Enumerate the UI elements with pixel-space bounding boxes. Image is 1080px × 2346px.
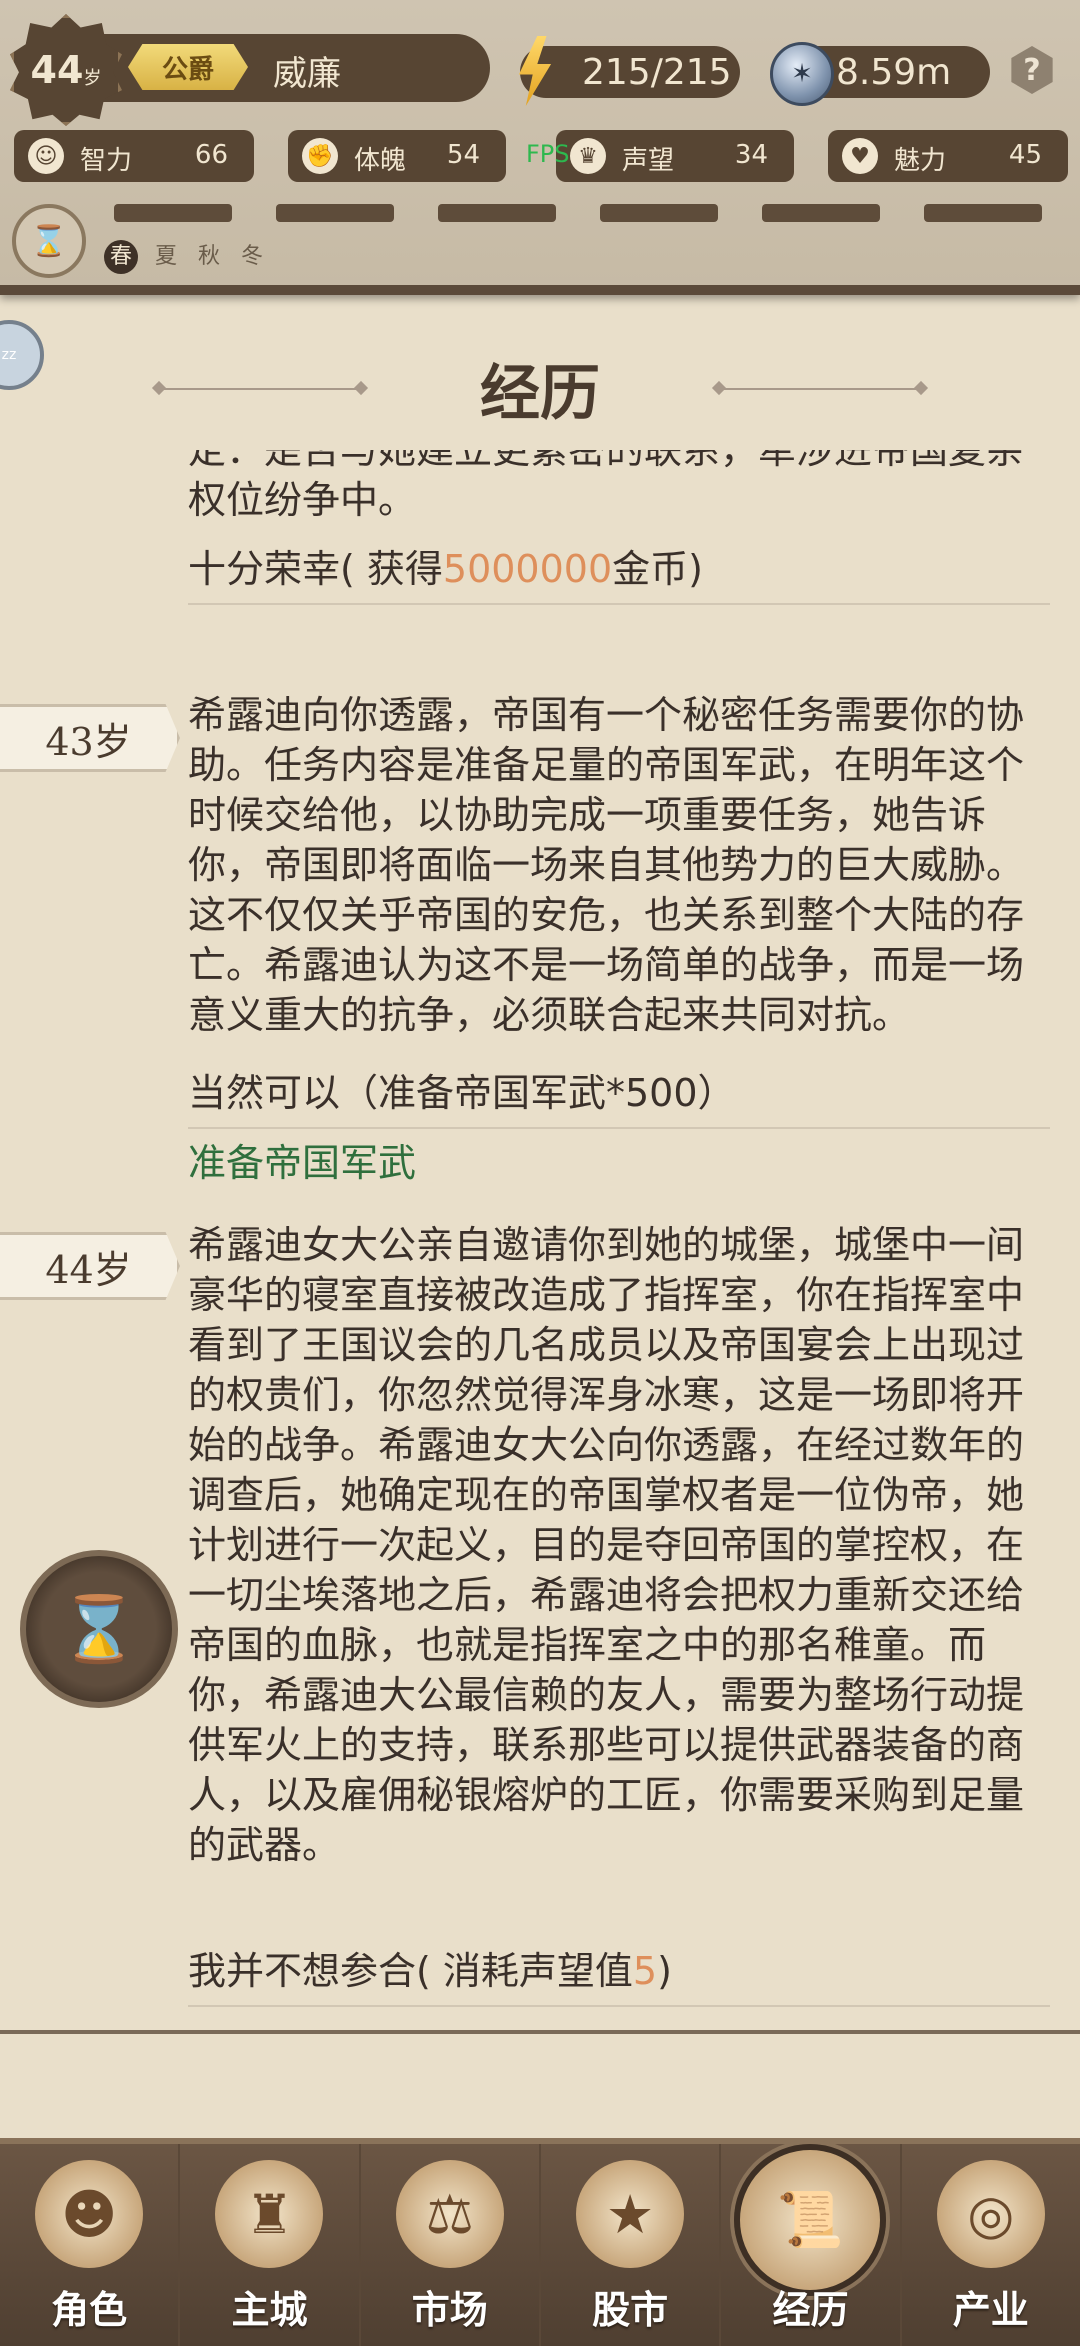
nav-market[interactable]: ⚖ 市场 (361, 2144, 541, 2346)
scales-icon: ⚖ (395, 2160, 504, 2268)
nav-main-city[interactable]: ♜ 主城 (180, 2144, 361, 2346)
season-winter: 冬 (240, 244, 263, 269)
age-unit: 岁 (83, 68, 102, 89)
nav-label: 产业 (952, 2288, 1029, 2332)
entry-choice: 当然可以（准备帝国军武*500） (188, 1062, 1050, 1129)
stat-label: 声望 (622, 146, 675, 176)
muscle-icon: ✊ (302, 138, 338, 174)
title-divider-right (720, 388, 920, 390)
choice-highlight: 5000000 (442, 547, 613, 591)
entry-choice: 我并不想参合( 消耗声望值5) (188, 1940, 1050, 2007)
choice-text: 当然可以（准备帝国军武*500） (188, 1071, 736, 1115)
progress-segment (438, 204, 556, 222)
nav-label: 市场 (411, 2288, 488, 2332)
progress-segment (276, 204, 394, 222)
energy-value: 215/215 (582, 51, 732, 93)
stat-intelligence[interactable]: ☺ 智力 66 (14, 130, 254, 182)
scroll-icon: 📜 (734, 2144, 887, 2296)
stat-value: 66 (194, 140, 228, 170)
nav-label: 角色 (51, 2288, 128, 2332)
nav-label: 经历 (772, 2288, 849, 2332)
stat-label: 体魄 (354, 146, 407, 176)
entry-text: 希露迪向你透露，帝国有一个秘密任务需要你的协助。任务内容是准备足量的帝国军武，在… (188, 693, 1025, 1037)
choice-text: 我并不想参合( 消耗声望值 (188, 1949, 633, 1993)
progress-segment (762, 204, 880, 222)
entry-result: 准备帝国军武 (188, 1141, 417, 1185)
player-name: 威廉 (273, 54, 341, 94)
help-button[interactable]: ? (1011, 46, 1053, 94)
choice-suffix: ) (657, 1949, 672, 1993)
name-panel[interactable]: 公爵 威廉 (78, 34, 490, 102)
age-marker-43: 43岁 (0, 704, 180, 772)
title-badge: 公爵 (128, 44, 248, 90)
stat-physique[interactable]: ✊ 体魄 54 (288, 130, 506, 182)
brain-icon: ☺ (28, 138, 64, 174)
stat-charm[interactable]: ♥ 魅力 45 (828, 130, 1068, 182)
season-summer: 夏 (154, 244, 177, 269)
stat-value: 34 (734, 140, 768, 170)
nav-label: 股市 (592, 2288, 669, 2332)
entry-text: 希露迪女大公亲自邀请你到她的城堡，城堡中一间豪华的寝室直接被改造成了指挥室，你在… (188, 1223, 1025, 1867)
season-autumn: 秋 (197, 244, 220, 269)
entry-choice: 十分荣幸( 获得5000000金币) (188, 538, 1050, 605)
experience-log[interactable]: 定：是否与她建立更紧密的联系，牵涉进帝国复杂权位纷争中。 十分荣幸( 获得500… (0, 450, 1080, 2035)
nav-stock-market[interactable]: ★ 股市 (541, 2144, 722, 2346)
heartbeat-icon: ♥ (842, 138, 878, 174)
advance-time-button[interactable]: ⌛ (20, 1550, 178, 1708)
log-end-divider (0, 2030, 1080, 2034)
season-indicator: 春 夏 秋 冬 (104, 238, 273, 274)
progress-segment (600, 204, 718, 222)
coins-icon: ◎ (936, 2160, 1045, 2268)
stat-value: 45 (1008, 140, 1042, 170)
stat-prestige[interactable]: ♛ 声望 34 (556, 130, 794, 182)
progress-segment (114, 204, 232, 222)
age-value: 44 (30, 48, 84, 92)
nav-character[interactable]: ☻ 角色 (0, 2144, 181, 2346)
hourglass-icon: ⌛ (59, 1592, 139, 1667)
season-spring: 春 (104, 240, 138, 274)
hourglass-icon[interactable]: ⌛ (12, 204, 86, 278)
top-status-bar: 44 岁 公爵 威廉 215/215 8.59m ✶ ? ☺ 智力 66 ✊ 体… (0, 0, 1080, 295)
bottom-navigation: ☻ 角色 ♜ 主城 ⚖ 市场 ★ 股市 📜 经历 ◎ 产业 (0, 2138, 1080, 2346)
choice-text: 十分荣幸( 获得 (188, 547, 443, 591)
crown-icon: ♛ (570, 138, 606, 174)
stat-label: 智力 (80, 146, 133, 176)
stat-value: 54 (446, 140, 480, 170)
money-value: 8.59m (836, 51, 952, 93)
age-marker-44: 44岁 (0, 1232, 180, 1300)
energy-counter[interactable]: 215/215 (520, 46, 740, 98)
choice-suffix: 金币) (612, 547, 703, 591)
silver-coin-icon: ✶ (770, 42, 834, 106)
age-badge: 44 岁 (10, 14, 122, 126)
castle-icon: ♜ (215, 2160, 324, 2268)
character-icon: ☻ (35, 2160, 144, 2268)
entry-text: 定：是否与她建立更紧密的联系，牵涉进帝国复杂权位纷争中。 (188, 450, 1025, 522)
choice-highlight: 5 (632, 1949, 658, 1993)
stock-star-icon: ★ (576, 2160, 685, 2268)
stat-label: 魅力 (894, 146, 947, 176)
progress-segment (924, 204, 1042, 222)
nav-experience[interactable]: 📜 经历 (721, 2144, 902, 2346)
nav-industry[interactable]: ◎ 产业 (902, 2144, 1080, 2346)
nav-label: 主城 (231, 2288, 308, 2332)
fps-overlay: FPS (526, 140, 570, 168)
